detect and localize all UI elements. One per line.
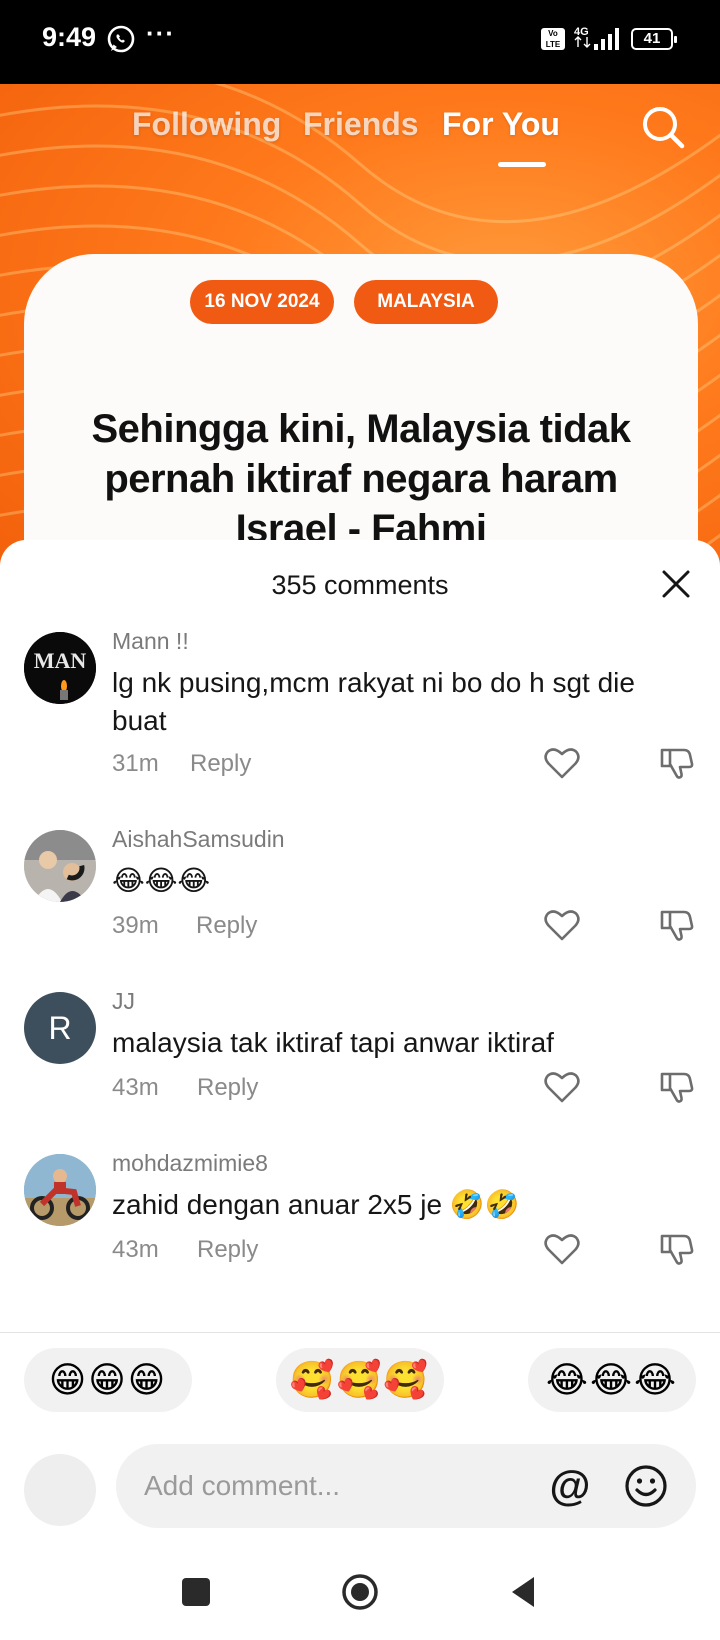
avatar[interactable]: R: [24, 992, 96, 1064]
search-icon[interactable]: [640, 104, 686, 150]
avatar-photo-image: [24, 830, 96, 902]
network-type: 4G: [574, 26, 589, 38]
heart-icon[interactable]: [544, 1070, 580, 1104]
news-headline: Sehingga kini, Malaysia tidak pernah ikt…: [91, 407, 631, 551]
dislike-icon[interactable]: [658, 1230, 694, 1266]
dislike-icon[interactable]: [658, 744, 694, 780]
comment-text: malaysia tak iktiraf tapi anwar iktiraf: [112, 1027, 554, 1058]
signal-icon: 4G: [574, 26, 619, 50]
status-more-dots: ···: [146, 18, 175, 48]
comment-composer: @: [116, 1444, 696, 1528]
comment-text: 😂😂😂: [112, 865, 211, 896]
close-icon[interactable]: [658, 566, 694, 602]
reply-button[interactable]: Reply: [197, 1236, 258, 1264]
volte-icon: Vo LTE: [541, 28, 565, 50]
video-player[interactable]: Following Friends For You 16 NOV 2024 MA…: [0, 84, 720, 584]
comment-username[interactable]: AishahSamsudin: [112, 826, 285, 853]
comments-count-title: 355 comments: [271, 570, 449, 600]
smile-icon[interactable]: [624, 1464, 668, 1508]
quick-emoji-laugh[interactable]: 😂😂😂: [528, 1348, 696, 1412]
dislike-icon[interactable]: [658, 1068, 694, 1104]
avatar-initial: R: [48, 1010, 72, 1046]
reply-button[interactable]: Reply: [197, 1074, 258, 1102]
date-tag: 16 NOV 2024: [190, 280, 334, 324]
heart-icon[interactable]: [544, 1232, 580, 1266]
heart-icon[interactable]: [544, 746, 580, 780]
avatar-text: MAN: [34, 648, 87, 673]
whatsapp-icon: [107, 25, 135, 53]
comment-username[interactable]: Mann !!: [112, 628, 189, 655]
tab-friends[interactable]: Friends: [303, 106, 419, 143]
system-nav-bar: [0, 1540, 720, 1640]
comments-sheet: 355 comments MAN Mann !! lg nk pusing,mc…: [0, 540, 720, 1540]
tab-for-you[interactable]: For You: [442, 106, 560, 143]
comment-time: 43m: [112, 1074, 159, 1101]
square-nav-icon[interactable]: [176, 1572, 216, 1612]
battery-level: 41: [643, 30, 661, 47]
avatar-man-image: MAN: [24, 632, 96, 704]
comment-input[interactable]: [144, 1444, 524, 1528]
news-card: 16 NOV 2024 MALAYSIA Sehingga kini, Mala…: [24, 254, 698, 584]
country-tag: MALAYSIA: [354, 280, 498, 324]
comment-time: 39m: [112, 912, 159, 939]
comment-time: 31m: [112, 750, 159, 777]
composer-divider: [0, 1332, 720, 1333]
comment-username[interactable]: JJ: [112, 988, 135, 1015]
tab-following[interactable]: Following: [132, 106, 281, 143]
status-time: 9:49: [42, 22, 97, 52]
avatar[interactable]: [24, 830, 96, 902]
back-nav-icon[interactable]: [504, 1572, 544, 1612]
quick-emoji-love[interactable]: 🥰🥰🥰: [276, 1348, 444, 1412]
quick-emoji-grin[interactable]: 😁😁😁: [24, 1348, 192, 1412]
reply-button[interactable]: Reply: [196, 912, 257, 940]
comment-username[interactable]: mohdazmimie8: [112, 1150, 268, 1177]
battery-icon: 41: [631, 28, 677, 50]
avatar[interactable]: [24, 1154, 96, 1226]
comment-time: 43m: [112, 1236, 159, 1263]
reply-button[interactable]: Reply: [190, 750, 251, 778]
volte-label: Vo LTE: [545, 29, 561, 49]
top-tab-bar: Following Friends For You: [0, 100, 720, 170]
comment-text: zahid dengan anuar 2x5 je 🤣🤣: [112, 1189, 520, 1220]
home-nav-icon[interactable]: [340, 1572, 380, 1612]
mention-icon[interactable]: @: [548, 1464, 592, 1508]
status-bar: 9:49 ··· Vo LTE 4G 41: [0, 0, 720, 84]
active-tab-indicator: [498, 162, 546, 167]
avatar-motorbike-image: [24, 1154, 96, 1226]
user-avatar: [24, 1454, 96, 1526]
heart-icon[interactable]: [544, 908, 580, 942]
avatar[interactable]: MAN: [24, 632, 96, 704]
comment-text: lg nk pusing,mcm rakyat ni bo do h sgt d…: [112, 667, 635, 736]
dislike-icon[interactable]: [658, 906, 694, 942]
